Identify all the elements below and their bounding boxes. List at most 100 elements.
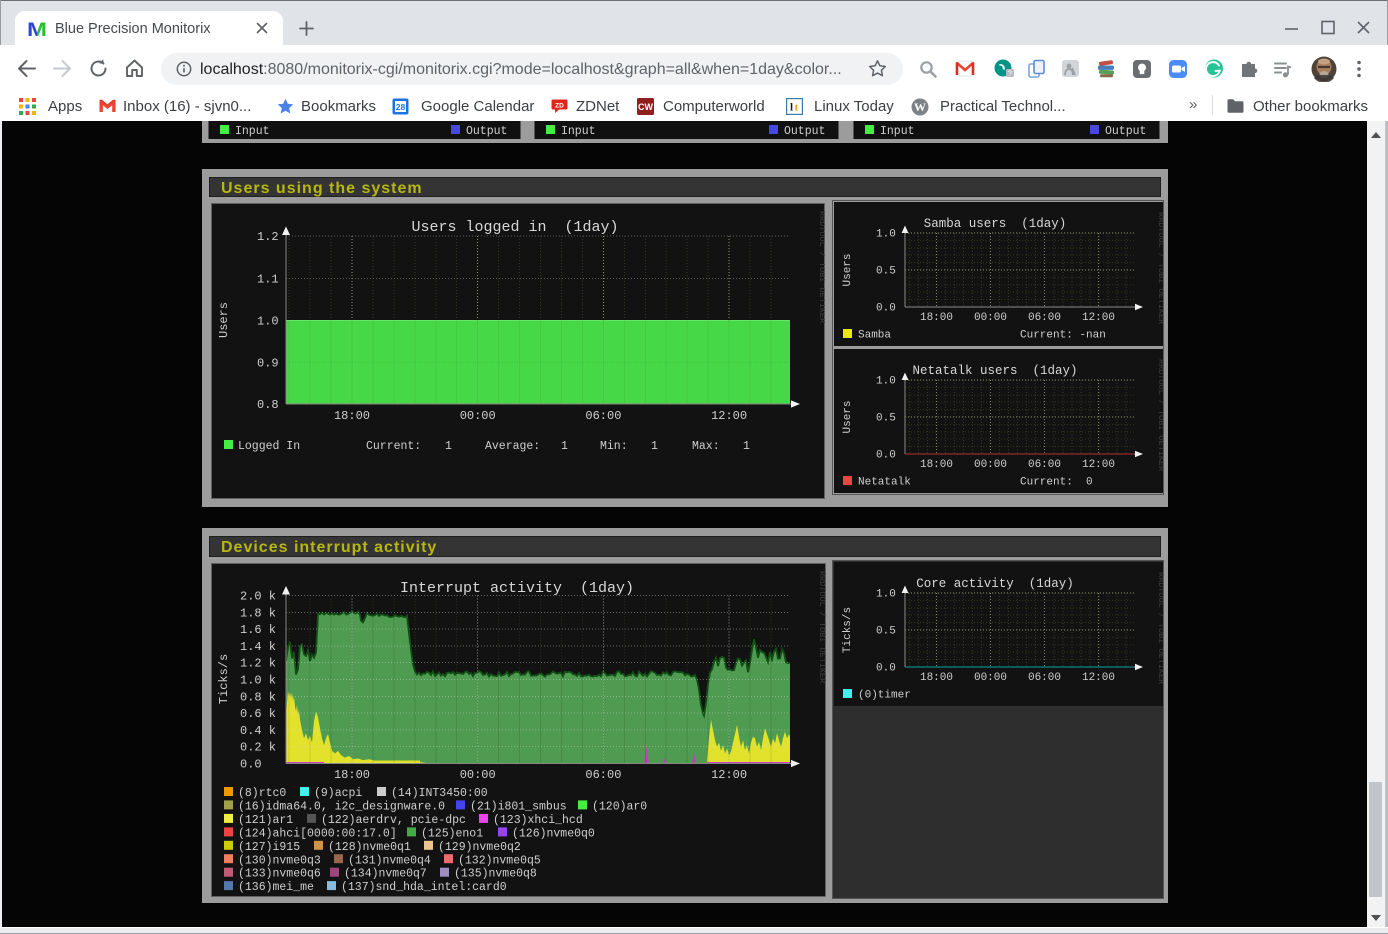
svg-text:CW: CW [638,102,653,112]
svg-text:ZD: ZD [555,102,564,109]
svg-text:0.0: 0.0 [876,303,896,315]
svg-text:(134)nvme0q7: (134)nvme0q7 [344,868,427,881]
svg-text:Current: 0: Current: 0 [1020,477,1093,489]
svg-text:1: 1 [561,440,568,453]
svg-text:RRDTOOL / TOBI OETIKER: RRDTOOL / TOBI OETIKER [1156,359,1163,471]
svg-text:Samba users (1day): Samba users (1day) [924,217,1067,231]
svg-text:RRDTOOL / TOBI OETIKER: RRDTOOL / TOBI OETIKER [817,211,825,323]
svg-text:00:00: 00:00 [974,459,1007,471]
svg-text:1: 1 [743,440,750,453]
svg-text:0.9: 0.9 [257,357,279,371]
svg-text:Ticks/s: Ticks/s [217,654,231,704]
svg-text:00:00: 00:00 [460,409,496,423]
svg-text:(131)nvme0q4: (131)nvme0q4 [348,854,431,867]
svg-text:Min:: Min: [600,440,628,453]
svg-text:0.0: 0.0 [876,450,896,462]
svg-text:00:00: 00:00 [460,768,496,782]
svg-text:1: 1 [445,440,452,453]
svg-text:(135)nvme0q8: (135)nvme0q8 [454,868,537,881]
svg-text:Samba: Samba [858,330,891,342]
svg-text:Output: Output [1105,125,1146,138]
svg-text:18:00: 18:00 [920,672,953,684]
svg-text:06:00: 06:00 [585,409,621,423]
svg-text:0.5: 0.5 [876,626,896,638]
svg-text:(128)nvme0q1: (128)nvme0q1 [328,841,411,854]
svg-text:Users: Users [842,400,854,433]
svg-text:06:00: 06:00 [1028,672,1061,684]
svg-text:Netatalk: Netatalk [858,477,911,489]
svg-text:(126)nvme0q0: (126)nvme0q0 [512,827,595,840]
svg-text:1.0: 1.0 [876,589,896,601]
svg-text:Ticks/s: Ticks/s [842,607,854,653]
svg-text:M: M [27,18,47,39]
svg-text:0.6 k: 0.6 k [240,707,276,721]
svg-text:Users: Users [842,253,854,286]
svg-text:18:00: 18:00 [334,768,370,782]
svg-text:1.0: 1.0 [257,315,279,329]
svg-text:12:00: 12:00 [711,409,747,423]
svg-text:Current:: Current: [366,440,421,453]
svg-text:(133)nvme0q6: (133)nvme0q6 [238,868,321,881]
svg-text:0.4 k: 0.4 k [240,724,276,738]
svg-text:(0)timer: (0)timer [858,690,911,702]
svg-text:06:00: 06:00 [1028,312,1061,324]
svg-text:12:00: 12:00 [711,768,747,782]
svg-text:(9)acpi: (9)acpi [314,787,362,800]
svg-text:1.0: 1.0 [876,376,896,388]
svg-text:0.0: 0.0 [876,663,896,675]
svg-text:l: l [790,102,793,114]
svg-text:1.0 k: 1.0 k [240,674,276,688]
svg-text:Average:: Average: [485,440,540,453]
svg-text:(21)i801_smbus: (21)i801_smbus [470,800,567,813]
svg-text:Input: Input [561,125,596,138]
svg-text:(122)aerdrv, pcie-dpc: (122)aerdrv, pcie-dpc [321,814,466,827]
svg-text:1.6 k: 1.6 k [240,623,276,637]
svg-text:0.8 k: 0.8 k [240,690,276,704]
svg-text:W: W [914,100,926,114]
svg-text:18:00: 18:00 [334,409,370,423]
svg-text:(132)nvme0q5: (132)nvme0q5 [458,854,541,867]
svg-text:t: t [795,102,799,114]
svg-text:1.2 k: 1.2 k [240,657,276,671]
svg-text:(127)i915: (127)i915 [238,841,300,854]
svg-text:(124)ahci[0000:00:17.0]: (124)ahci[0000:00:17.0] [238,827,397,840]
svg-text:?: ? [1008,69,1012,78]
svg-text:12:00: 12:00 [1082,312,1115,324]
svg-text:Users logged in (1day): Users logged in (1day) [411,219,618,236]
svg-text:Core activity (1day): Core activity (1day) [916,577,1074,591]
svg-text:1.4 k: 1.4 k [240,640,276,654]
svg-text:Input: Input [235,125,270,138]
svg-text:Max:: Max: [692,440,720,453]
svg-text:Logged In: Logged In [238,440,300,453]
svg-text:1: 1 [651,440,658,453]
svg-text:RRDTOOL / TOBI OETIKER: RRDTOOL / TOBI OETIKER [1156,212,1163,324]
svg-text:(125)eno1: (125)eno1 [421,827,483,840]
svg-text:2.0 k: 2.0 k [240,590,276,604]
svg-text:0.0: 0.0 [240,758,262,772]
svg-text:1.2: 1.2 [257,230,279,244]
svg-text:Output: Output [466,125,507,138]
svg-text:RRDTOOL / TOBI OETIKER: RRDTOOL / TOBI OETIKER [817,571,826,683]
svg-text:(8)rtc0: (8)rtc0 [238,787,286,800]
svg-text:Input: Input [880,125,915,138]
svg-text:06:00: 06:00 [1028,459,1061,471]
svg-text:18:00: 18:00 [920,312,953,324]
svg-text:0.5: 0.5 [876,266,896,278]
svg-text:06:00: 06:00 [585,768,621,782]
svg-text:00:00: 00:00 [974,672,1007,684]
svg-text:(121)ar1: (121)ar1 [238,814,293,827]
svg-text:0.2 k: 0.2 k [240,741,276,755]
svg-text:Interrupt activity (1day): Interrupt activity (1day) [400,580,634,597]
svg-text:(16)idma64.0, i2c_designware.0: (16)idma64.0, i2c_designware.0 [238,800,445,813]
svg-text:12:00: 12:00 [1082,459,1115,471]
svg-text:Current: -nan: Current: -nan [1020,330,1106,342]
svg-text:18:00: 18:00 [920,459,953,471]
svg-text:28: 28 [396,102,406,112]
svg-text:12:00: 12:00 [1082,672,1115,684]
svg-text:Users: Users [217,302,231,338]
svg-text:(14)INT3450:00: (14)INT3450:00 [391,787,488,800]
svg-text:1.8 k: 1.8 k [240,606,276,620]
svg-text:Output: Output [784,125,825,138]
svg-text:RRDTOOL / TOBI OETIKER: RRDTOOL / TOBI OETIKER [1156,572,1163,684]
svg-text:0.8: 0.8 [257,398,279,412]
